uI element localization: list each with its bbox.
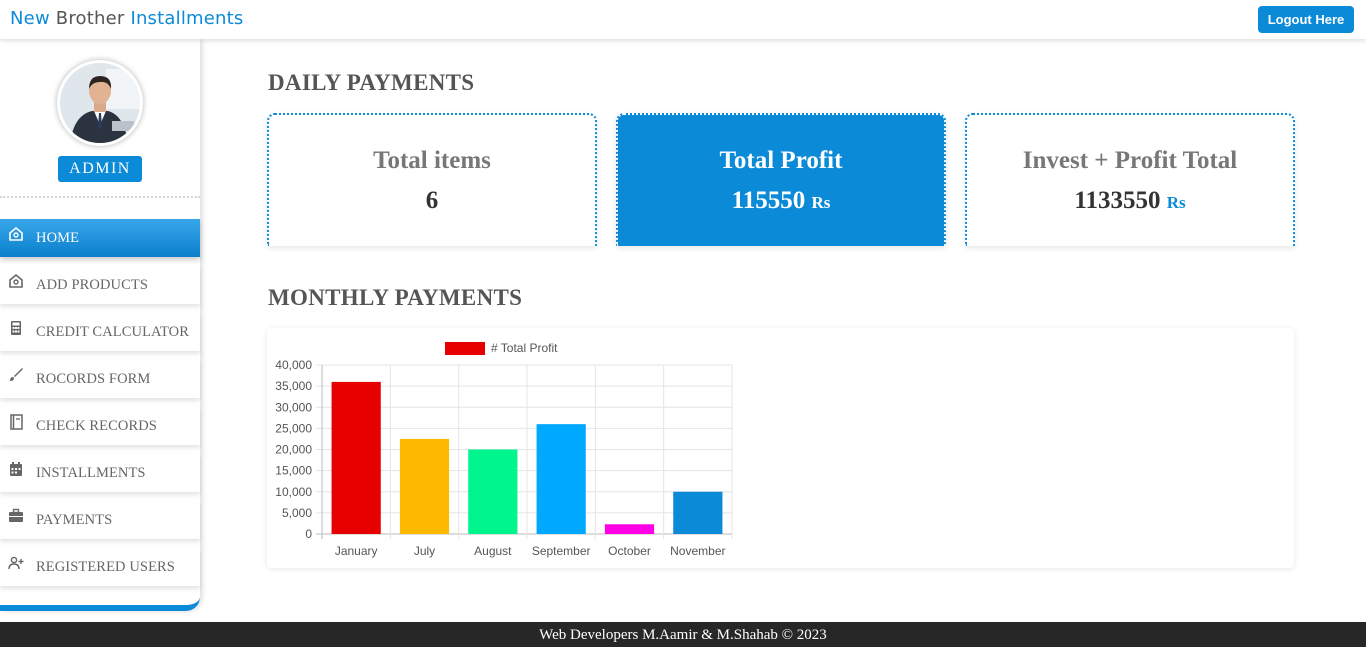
sidebar-item-label: PAYMENTS — [36, 511, 113, 528]
card-unit: Rs — [1166, 193, 1186, 212]
y-tick-label: 10,000 — [275, 485, 312, 499]
x-tick-label: August — [474, 544, 512, 558]
monthly-payments-title: MONTHLY PAYMENTS — [268, 285, 523, 310]
card-number: 6 — [425, 187, 439, 214]
card-title: Invest + Profit Total — [1022, 147, 1238, 174]
card-number: 115550 — [731, 187, 806, 214]
sidebar-item-label: CREDIT CALCULATOR — [36, 323, 190, 340]
x-tick-label: November — [670, 544, 725, 558]
calculator-icon — [0, 313, 36, 351]
invest-profit-total-card: Invest + Profit Total 1133550 Rs — [965, 113, 1295, 246]
chart-bar — [399, 438, 450, 534]
brand-word-1: New — [10, 8, 50, 29]
card-value: 6 — [269, 187, 595, 215]
sidebar-item-label: HOME — [36, 229, 80, 246]
y-tick-label: 25,000 — [275, 421, 312, 435]
brush-icon — [0, 360, 36, 398]
total-profit-card: Total Profit 115550 Rs — [616, 113, 946, 246]
sidebar-item-add-products[interactable]: ADD PRODUCTS — [0, 266, 200, 304]
sidebar: ADMIN HOME ADD PRODUCTS CREDIT CALCULATO… — [0, 39, 200, 611]
user-add-icon — [0, 548, 36, 586]
top-bar: New Brother Installments Logout Here — [0, 0, 1366, 39]
y-tick-label: 30,000 — [275, 400, 312, 414]
home-icon — [0, 266, 36, 304]
y-tick-label: 5,000 — [282, 506, 312, 520]
card-number: 1133550 — [1074, 187, 1161, 214]
sidebar-item-registered-users[interactable]: REGISTERED USERS — [0, 548, 200, 586]
card-value: 1133550 Rs — [967, 187, 1293, 215]
card-unit: Rs — [811, 193, 831, 212]
chart-bar — [468, 449, 518, 534]
sidebar-item-label: REGISTERED USERS — [36, 558, 175, 575]
sidebar-item-label: CHECK RECORDS — [36, 417, 157, 434]
card-title: Total Profit — [719, 147, 843, 174]
daily-payments-title: DAILY PAYMENTS — [268, 70, 475, 95]
logout-button[interactable]: Logout Here — [1258, 6, 1354, 33]
notebook-icon — [0, 407, 36, 445]
chart-bar — [536, 424, 586, 534]
admin-badge: ADMIN — [58, 156, 142, 182]
card-title: Total items — [373, 147, 491, 174]
sidebar-item-label: INSTALLMENTS — [36, 464, 146, 481]
calendar-icon — [0, 454, 36, 492]
y-tick-label: 15,000 — [275, 464, 312, 478]
footer: Web Developers M.Aamir & M.Shahab © 2023 — [0, 622, 1366, 647]
briefcase-icon — [0, 501, 36, 539]
y-tick-label: 40,000 — [275, 358, 312, 372]
x-tick-label: October — [608, 544, 651, 558]
sidebar-item-check-records[interactable]: CHECK RECORDS — [0, 407, 200, 445]
y-tick-label: 20,000 — [275, 443, 312, 457]
chart-bar — [331, 381, 381, 534]
monthly-profit-chart: 0 5,000 10,000 15,000 20,000 25,000 30,000 35,0… — [275, 341, 733, 558]
legend-swatch — [445, 342, 485, 355]
avatar — [57, 60, 143, 146]
y-tick-label: 0 — [305, 527, 312, 541]
sidebar-divider — [0, 196, 200, 198]
home-icon — [0, 219, 36, 257]
app-brand[interactable]: New Brother Installments — [10, 8, 243, 29]
sidebar-item-installments[interactable]: INSTALLMENTS — [0, 454, 200, 492]
total-items-card: Total items 6 — [267, 113, 597, 246]
y-tick-label: 35,000 — [275, 379, 312, 393]
x-tick-label: January — [335, 544, 378, 558]
sidebar-item-records-form[interactable]: ROCORDS FORM — [0, 360, 200, 398]
chart-bar — [604, 524, 655, 534]
monthly-chart-panel: 0 5,000 10,000 15,000 20,000 25,000 30,000 35,0… — [267, 328, 1294, 568]
sidebar-item-credit-calculator[interactable]: CREDIT CALCULATOR — [0, 313, 200, 351]
brand-word-2: Brother — [55, 8, 125, 29]
sidebar-item-label: ROCORDS FORM — [36, 370, 151, 387]
sidebar-item-payments[interactable]: PAYMENTS — [0, 501, 200, 539]
brand-word-3: Installments — [130, 8, 244, 29]
sidebar-item-label: ADD PRODUCTS — [36, 276, 148, 293]
chart-bar — [673, 491, 723, 534]
x-tick-label: September — [532, 544, 591, 558]
sidebar-item-home[interactable]: HOME — [0, 219, 200, 257]
x-tick-label: July — [414, 544, 435, 558]
legend-label: # Total Profit — [491, 341, 558, 355]
card-value: 115550 Rs — [618, 187, 944, 215]
